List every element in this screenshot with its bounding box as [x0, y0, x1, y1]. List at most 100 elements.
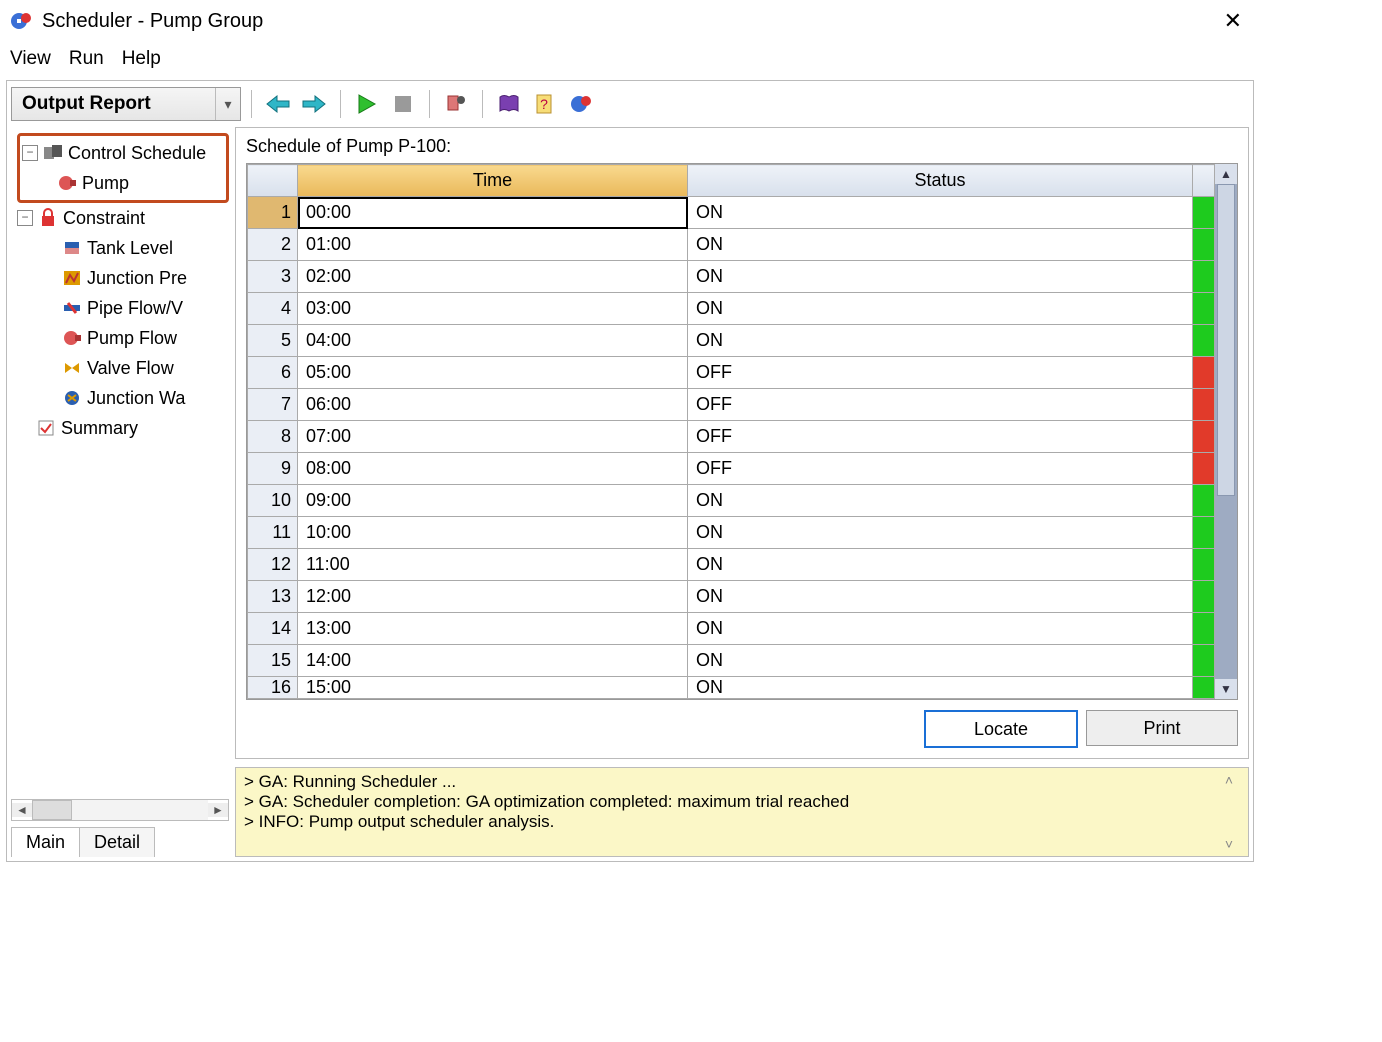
cell-status[interactable]: ON	[688, 485, 1193, 517]
cell-time[interactable]: 14:00	[298, 645, 688, 677]
tree-item-junction-water[interactable]: Junction Wa	[17, 383, 229, 413]
cell-status[interactable]: ON	[688, 197, 1193, 229]
collapse-icon[interactable]: −	[22, 145, 38, 161]
cell-status[interactable]: ON	[688, 549, 1193, 581]
col-header-status[interactable]: Status	[688, 165, 1193, 197]
row-number[interactable]: 2	[248, 229, 298, 261]
cell-time[interactable]: 10:00	[298, 517, 688, 549]
scroll-down-icon[interactable]: ▼	[1215, 679, 1237, 699]
row-number[interactable]: 4	[248, 293, 298, 325]
table-row[interactable]: 605:00OFF	[248, 357, 1215, 389]
table-row[interactable]: 201:00ON	[248, 229, 1215, 261]
scroll-down-icon[interactable]: ˅	[1225, 836, 1233, 852]
col-header-time[interactable]: Time	[298, 165, 688, 197]
table-row[interactable]: 100:00ON	[248, 197, 1215, 229]
table-row[interactable]: 302:00ON	[248, 261, 1215, 293]
table-row[interactable]: 908:00OFF	[248, 453, 1215, 485]
grid-v-scrollbar[interactable]: ▲ ▼	[1215, 164, 1237, 699]
tree-view[interactable]: − Control Schedule Pump − Constraint	[11, 127, 229, 799]
cell-time[interactable]: 07:00	[298, 421, 688, 453]
table-row[interactable]: 403:00ON	[248, 293, 1215, 325]
row-number[interactable]: 16	[248, 677, 298, 699]
table-row[interactable]: 1110:00ON	[248, 517, 1215, 549]
close-button[interactable]: ✕	[1216, 8, 1250, 34]
cell-status[interactable]: ON	[688, 261, 1193, 293]
row-number[interactable]: 8	[248, 421, 298, 453]
row-number[interactable]: 14	[248, 613, 298, 645]
options-button[interactable]	[440, 88, 472, 120]
table-row[interactable]: 1211:00ON	[248, 549, 1215, 581]
cell-time[interactable]: 12:00	[298, 581, 688, 613]
cell-time[interactable]: 09:00	[298, 485, 688, 517]
row-number[interactable]: 11	[248, 517, 298, 549]
table-row[interactable]: 1413:00ON	[248, 613, 1215, 645]
tree-item-junction-pressure[interactable]: Junction Pre	[17, 263, 229, 293]
scroll-up-icon[interactable]: ▲	[1215, 164, 1237, 184]
tree-item-pipe-flow[interactable]: Pipe Flow/V	[17, 293, 229, 323]
scroll-left-icon[interactable]: ◄	[12, 803, 32, 817]
row-number[interactable]: 1	[248, 197, 298, 229]
report-combo[interactable]: Output Report ▾	[11, 87, 241, 121]
cell-status[interactable]: ON	[688, 677, 1193, 699]
tree-item-pump[interactable]: Pump	[22, 168, 224, 198]
locate-button[interactable]: Locate	[924, 710, 1078, 748]
cell-time[interactable]: 00:00	[298, 197, 688, 229]
cell-time[interactable]: 02:00	[298, 261, 688, 293]
cell-time[interactable]: 06:00	[298, 389, 688, 421]
row-number[interactable]: 13	[248, 581, 298, 613]
tree-item-tank-level[interactable]: Tank Level	[17, 233, 229, 263]
table-row[interactable]: 1615:00ON	[248, 677, 1215, 699]
cell-status[interactable]: ON	[688, 517, 1193, 549]
table-row[interactable]: 1312:00ON	[248, 581, 1215, 613]
log-v-scrollbar[interactable]: ˄ ˅	[1218, 772, 1240, 852]
help-question-button[interactable]: ?	[529, 88, 561, 120]
cell-status[interactable]: OFF	[688, 421, 1193, 453]
scroll-thumb[interactable]	[1217, 184, 1235, 496]
cell-time[interactable]: 04:00	[298, 325, 688, 357]
cell-status[interactable]: OFF	[688, 389, 1193, 421]
tab-main[interactable]: Main	[11, 827, 80, 857]
scroll-up-icon[interactable]: ˄	[1225, 772, 1233, 788]
run-button[interactable]	[351, 88, 383, 120]
help-book-button[interactable]	[493, 88, 525, 120]
row-number[interactable]: 10	[248, 485, 298, 517]
collapse-icon[interactable]: −	[17, 210, 33, 226]
tree-item-control-schedules[interactable]: − Control Schedule	[22, 138, 224, 168]
cell-status[interactable]: ON	[688, 293, 1193, 325]
table-row[interactable]: 807:00OFF	[248, 421, 1215, 453]
forward-button[interactable]	[298, 88, 330, 120]
table-row[interactable]: 706:00OFF	[248, 389, 1215, 421]
cell-time[interactable]: 08:00	[298, 453, 688, 485]
scroll-right-icon[interactable]: ►	[208, 803, 228, 817]
row-number[interactable]: 7	[248, 389, 298, 421]
grid-corner[interactable]	[248, 165, 298, 197]
cell-status[interactable]: OFF	[688, 453, 1193, 485]
tree-item-pump-flow[interactable]: Pump Flow	[17, 323, 229, 353]
cell-status[interactable]: ON	[688, 325, 1193, 357]
schedule-grid[interactable]: Time Status 100:00ON201:00ON302:00ON403:…	[247, 164, 1215, 699]
table-row[interactable]: 504:00ON	[248, 325, 1215, 357]
print-button[interactable]: Print	[1086, 710, 1238, 746]
cell-status[interactable]: ON	[688, 613, 1193, 645]
menu-help[interactable]: Help	[122, 48, 161, 70]
cell-status[interactable]: ON	[688, 229, 1193, 261]
table-row[interactable]: 1009:00ON	[248, 485, 1215, 517]
tab-detail[interactable]: Detail	[79, 827, 155, 857]
cell-status[interactable]: ON	[688, 645, 1193, 677]
cell-status[interactable]: OFF	[688, 357, 1193, 389]
cell-time[interactable]: 01:00	[298, 229, 688, 261]
row-number[interactable]: 15	[248, 645, 298, 677]
cell-time[interactable]: 03:00	[298, 293, 688, 325]
row-number[interactable]: 9	[248, 453, 298, 485]
cell-time[interactable]: 05:00	[298, 357, 688, 389]
row-number[interactable]: 3	[248, 261, 298, 293]
row-number[interactable]: 6	[248, 357, 298, 389]
table-row[interactable]: 1514:00ON	[248, 645, 1215, 677]
stop-button[interactable]	[387, 88, 419, 120]
scroll-thumb[interactable]	[32, 800, 72, 820]
menu-run[interactable]: Run	[69, 48, 104, 70]
row-number[interactable]: 5	[248, 325, 298, 357]
menu-view[interactable]: View	[10, 48, 51, 70]
back-button[interactable]	[262, 88, 294, 120]
cell-status[interactable]: ON	[688, 581, 1193, 613]
